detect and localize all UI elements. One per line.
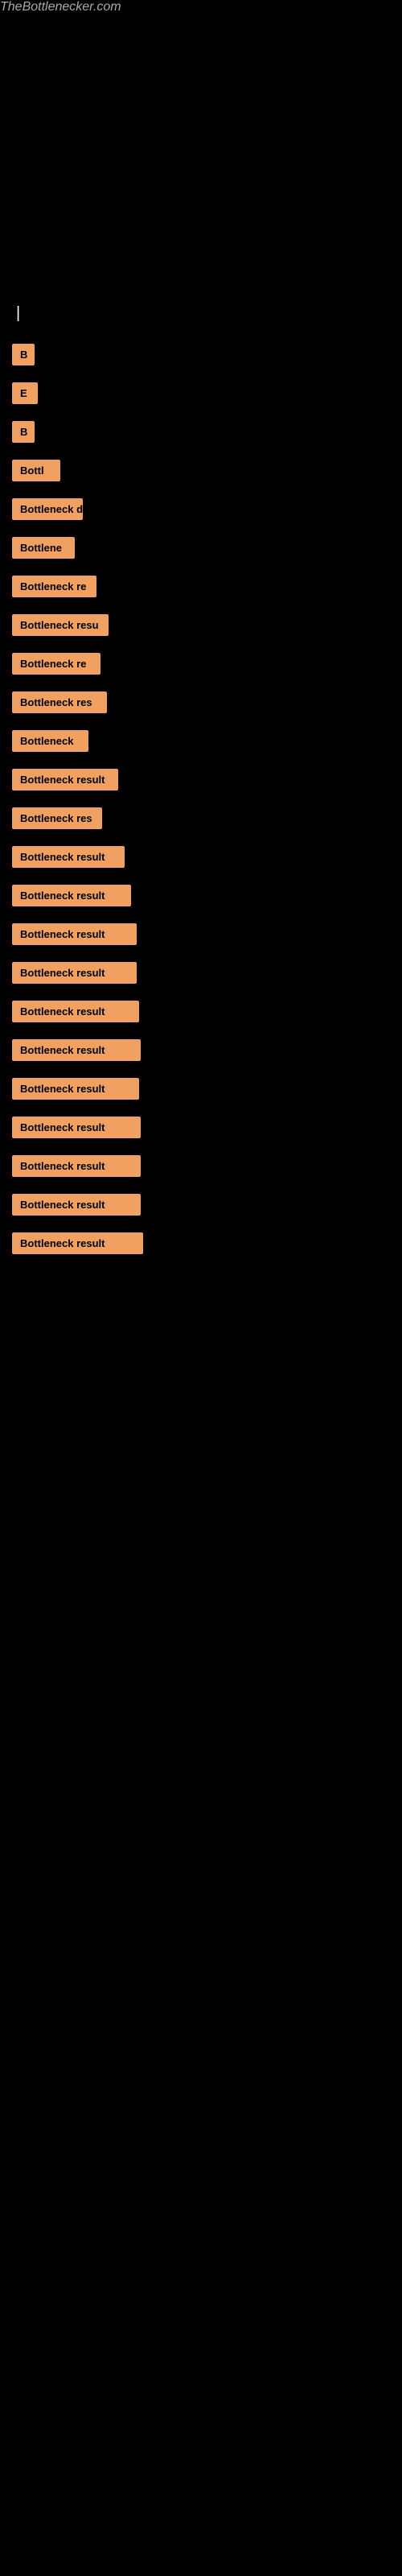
cursor-indicator: | [16,304,390,323]
result-row-13[interactable]: Bottleneck res [12,803,390,838]
result-row-14[interactable]: Bottleneck result [12,841,390,877]
result-badge-21: Bottleneck result [12,1117,141,1138]
result-row-7[interactable]: Bottleneck re [12,571,390,606]
result-badge-14: Bottleneck result [12,846,125,868]
result-row-18[interactable]: Bottleneck result [12,996,390,1031]
result-row-11[interactable]: Bottleneck [12,725,390,761]
result-badge-11: Bottleneck [12,730,88,752]
result-row-1[interactable]: B [12,339,390,374]
result-row-19[interactable]: Bottleneck result [12,1034,390,1070]
result-badge-10: Bottleneck res [12,691,107,713]
site-title-bar: TheBottlenecker.com [0,0,402,14]
result-badge-16: Bottleneck result [12,923,137,945]
result-row-15[interactable]: Bottleneck result [12,880,390,915]
result-badge-17: Bottleneck result [12,962,137,984]
result-badge-4: Bottl [12,460,60,481]
result-row-10[interactable]: Bottleneck res [12,687,390,722]
result-badge-2: E [12,382,38,404]
result-badge-23: Bottleneck result [12,1194,141,1216]
result-row-12[interactable]: Bottleneck result [12,764,390,799]
result-badge-9: Bottleneck re [12,653,100,675]
result-row-6[interactable]: Bottlene [12,532,390,568]
result-badge-18: Bottleneck result [12,1001,139,1022]
result-badge-5: Bottleneck d [12,498,83,520]
result-badge-6: Bottlene [12,537,75,559]
result-badge-3: B [12,421,35,443]
result-badge-8: Bottleneck resu [12,614,109,636]
result-row-16[interactable]: Bottleneck result [12,919,390,954]
result-row-4[interactable]: Bottl [12,455,390,490]
result-row-17[interactable]: Bottleneck result [12,957,390,993]
result-badge-20: Bottleneck result [12,1078,139,1100]
result-row-3[interactable]: B [12,416,390,452]
result-badge-22: Bottleneck result [12,1155,141,1177]
main-content: | BEB Bottl Bottleneck d Bottlene Bottleneck… [0,14,402,1274]
result-row-22[interactable]: Bottleneck result [12,1150,390,1186]
result-badge-1: B [12,344,35,365]
result-badge-7: Bottleneck re [12,576,96,597]
results-list: BEB Bottl Bottleneck d Bottlene Bottleneck r… [12,339,390,1263]
result-row-23[interactable]: Bottleneck result [12,1189,390,1224]
result-row-20[interactable]: Bottleneck result [12,1073,390,1108]
result-row-21[interactable]: Bottleneck result [12,1112,390,1147]
site-title: TheBottlenecker.com [0,0,121,20]
result-row-5[interactable]: Bottleneck d [12,493,390,529]
result-badge-19: Bottleneck result [12,1039,141,1061]
result-row-24[interactable]: Bottleneck result [12,1228,390,1263]
result-badge-15: Bottleneck result [12,885,131,906]
result-badge-24: Bottleneck result [12,1232,143,1254]
result-badge-13: Bottleneck res [12,807,102,829]
result-row-2[interactable]: E [12,378,390,413]
result-row-9[interactable]: Bottleneck re [12,648,390,683]
result-badge-12: Bottleneck result [12,769,118,791]
result-row-8[interactable]: Bottleneck resu [12,609,390,645]
